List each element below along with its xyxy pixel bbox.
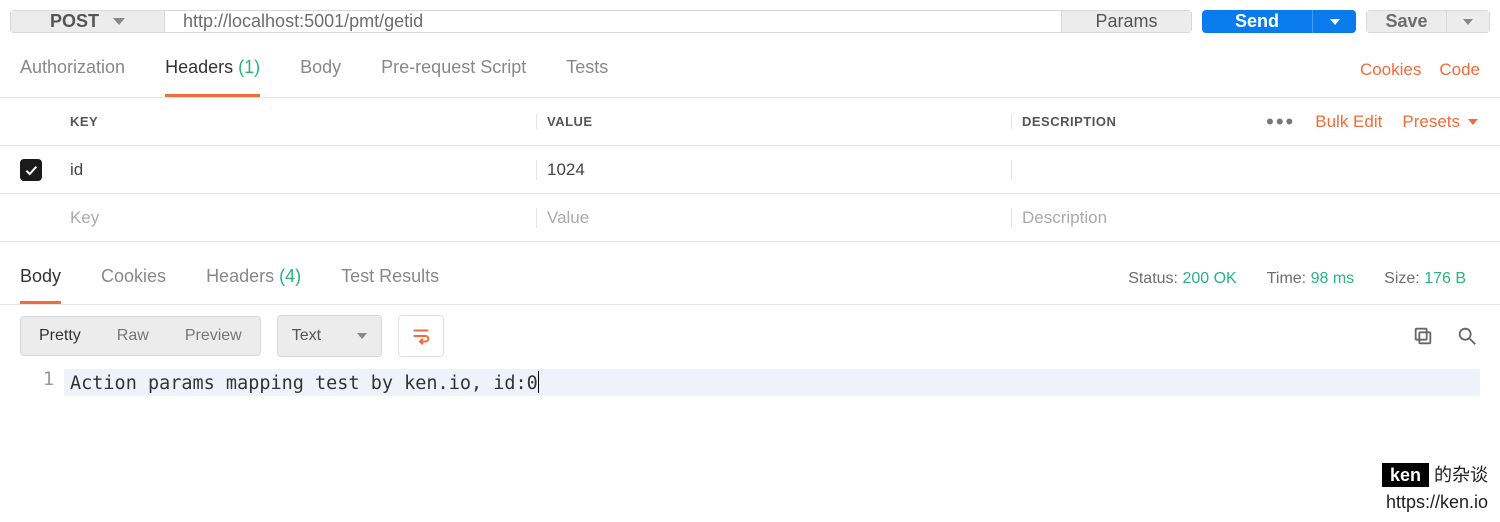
tab-label: Cookies <box>101 266 166 286</box>
tab-count: (4) <box>279 266 301 286</box>
search-icon[interactable] <box>1454 323 1480 349</box>
watermark-suffix: 的杂谈 <box>1429 465 1488 485</box>
status-label: Status: <box>1128 270 1178 287</box>
tab-label: Headers <box>206 266 274 286</box>
tab-headers[interactable]: Headers (1) <box>165 43 260 97</box>
tab-prerequest[interactable]: Pre-request Script <box>381 43 526 97</box>
params-button-label: Params <box>1095 11 1157 32</box>
view-preview[interactable]: Preview <box>167 317 260 355</box>
tab-tests[interactable]: Tests <box>566 43 608 97</box>
header-value-input[interactable] <box>547 160 1011 180</box>
code-link[interactable]: Code <box>1439 60 1480 80</box>
tab-label: Body <box>20 266 61 286</box>
watermark-url: https://ken.io <box>1382 489 1488 516</box>
response-meta: Status: 200 OK Time: 98 ms Size: 176 B <box>1128 270 1480 288</box>
status-value: 200 OK <box>1182 270 1236 287</box>
wrap-lines-button[interactable] <box>398 315 444 357</box>
size-label: Size: <box>1384 270 1420 287</box>
view-pretty[interactable]: Pretty <box>21 317 99 355</box>
header-key-input[interactable] <box>70 160 536 180</box>
line-number: 1 <box>20 369 64 396</box>
resp-tab-body[interactable]: Body <box>20 254 61 304</box>
view-raw[interactable]: Raw <box>99 317 167 355</box>
header-row-new <box>0 194 1500 242</box>
chevron-down-icon <box>1330 19 1340 25</box>
tab-count: (1) <box>238 57 260 77</box>
bulk-edit-button[interactable]: Bulk Edit <box>1315 112 1382 132</box>
save-dropdown-button[interactable] <box>1446 10 1490 33</box>
presets-button[interactable]: Presets <box>1402 112 1478 132</box>
format-select[interactable]: Text <box>277 315 382 357</box>
time-label: Time: <box>1267 270 1306 287</box>
resp-tab-test-results[interactable]: Test Results <box>341 254 439 304</box>
save-button[interactable]: Save <box>1366 10 1446 33</box>
save-button-label: Save <box>1385 11 1427 32</box>
watermark: ken 的杂谈 https://ken.io <box>1382 462 1488 516</box>
http-method-label: POST <box>50 11 99 32</box>
tab-label: Authorization <box>20 57 125 77</box>
tab-label: Test Results <box>341 266 439 286</box>
tab-label: Tests <box>566 57 608 77</box>
send-button[interactable]: Send <box>1202 10 1312 33</box>
chevron-down-icon <box>1463 19 1473 25</box>
presets-label: Presets <box>1402 112 1460 132</box>
chevron-down-icon <box>357 333 367 339</box>
header-col-value: VALUE <box>537 114 1012 129</box>
tab-label: Body <box>300 57 341 77</box>
time-value: 98 ms <box>1311 270 1355 287</box>
tab-label: Pre-request Script <box>381 57 526 77</box>
cookies-link[interactable]: Cookies <box>1360 60 1421 80</box>
request-url-input[interactable] <box>165 10 1062 33</box>
resp-tab-headers[interactable]: Headers (4) <box>206 254 301 304</box>
tab-body[interactable]: Body <box>300 43 341 97</box>
header-col-description: DESCRIPTION <box>1022 114 1116 129</box>
http-method-select[interactable]: POST <box>10 10 165 33</box>
send-dropdown-button[interactable] <box>1312 10 1356 33</box>
view-mode-segment: Pretty Raw Preview <box>20 316 261 356</box>
size-value: 176 B <box>1424 270 1466 287</box>
tab-label: Headers <box>165 57 233 77</box>
params-button[interactable]: Params <box>1062 10 1192 33</box>
format-label: Text <box>292 327 321 345</box>
response-body-text: Action params mapping test by ken.io, id… <box>70 373 538 394</box>
header-desc-input[interactable] <box>1022 160 1500 180</box>
copy-icon[interactable] <box>1410 323 1436 349</box>
send-button-label: Send <box>1235 11 1279 32</box>
header-enabled-checkbox[interactable] <box>20 159 42 181</box>
chevron-down-icon <box>1468 119 1478 125</box>
tab-authorization[interactable]: Authorization <box>20 43 125 97</box>
text-caret <box>538 371 539 393</box>
watermark-tag: ken <box>1382 463 1429 487</box>
response-body-line[interactable]: Action params mapping test by ken.io, id… <box>64 369 1480 396</box>
resp-tab-cookies[interactable]: Cookies <box>101 254 166 304</box>
header-key-input[interactable] <box>70 208 536 228</box>
header-desc-input[interactable] <box>1022 208 1500 228</box>
chevron-down-icon <box>113 18 125 25</box>
more-icon[interactable]: ••• <box>1266 109 1295 135</box>
header-col-key: KEY <box>62 114 537 129</box>
header-value-input[interactable] <box>547 208 1011 228</box>
header-row <box>0 146 1500 194</box>
